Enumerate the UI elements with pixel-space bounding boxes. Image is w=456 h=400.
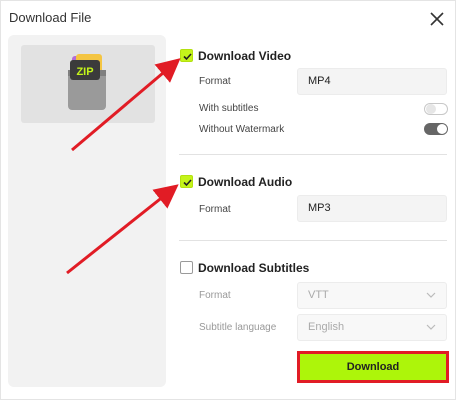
download-dialog: Download File ZIP Download Video Format …: [0, 0, 456, 400]
chevron-down-icon: [426, 324, 436, 330]
subtitle-language-select[interactable]: English: [297, 314, 447, 341]
with-subtitles-toggle[interactable]: [424, 103, 448, 115]
subtitle-language-label: Subtitle language: [199, 322, 277, 333]
with-subtitles-label: With subtitles: [199, 103, 259, 114]
close-icon[interactable]: [427, 9, 447, 29]
dialog-title: Download File: [9, 10, 92, 25]
download-video-checkbox[interactable]: [180, 49, 193, 62]
download-subtitles-title: Download Subtitles: [198, 261, 310, 275]
subtitle-language-value: English: [308, 321, 345, 333]
file-thumbnail: ZIP: [21, 45, 155, 123]
audio-format-value: MP3: [308, 202, 331, 214]
video-format-label: Format: [199, 76, 231, 87]
subtitles-format-value: VTT: [308, 289, 329, 301]
divider: [179, 240, 447, 241]
video-format-select[interactable]: MP4: [297, 68, 447, 95]
zip-label: ZIP: [76, 66, 93, 78]
chevron-down-icon: [426, 292, 436, 298]
download-button[interactable]: Download: [297, 351, 449, 383]
without-watermark-label: Without Watermark: [199, 124, 285, 135]
checkmark-icon: [183, 179, 192, 187]
download-audio-checkbox[interactable]: [180, 175, 193, 188]
audio-format-select[interactable]: MP3: [297, 195, 447, 222]
video-format-value: MP4: [308, 75, 331, 87]
download-subtitles-checkbox[interactable]: [180, 261, 193, 274]
download-audio-title: Download Audio: [198, 175, 293, 189]
download-video-title: Download Video: [198, 49, 292, 63]
divider: [179, 154, 447, 155]
subtitles-format-label: Format: [199, 290, 231, 301]
subtitles-format-select[interactable]: VTT: [297, 282, 447, 309]
without-watermark-toggle[interactable]: [424, 123, 448, 135]
checkmark-icon: [183, 53, 192, 61]
audio-format-label: Format: [199, 204, 231, 215]
zip-archive-icon: ZIP: [68, 54, 106, 110]
